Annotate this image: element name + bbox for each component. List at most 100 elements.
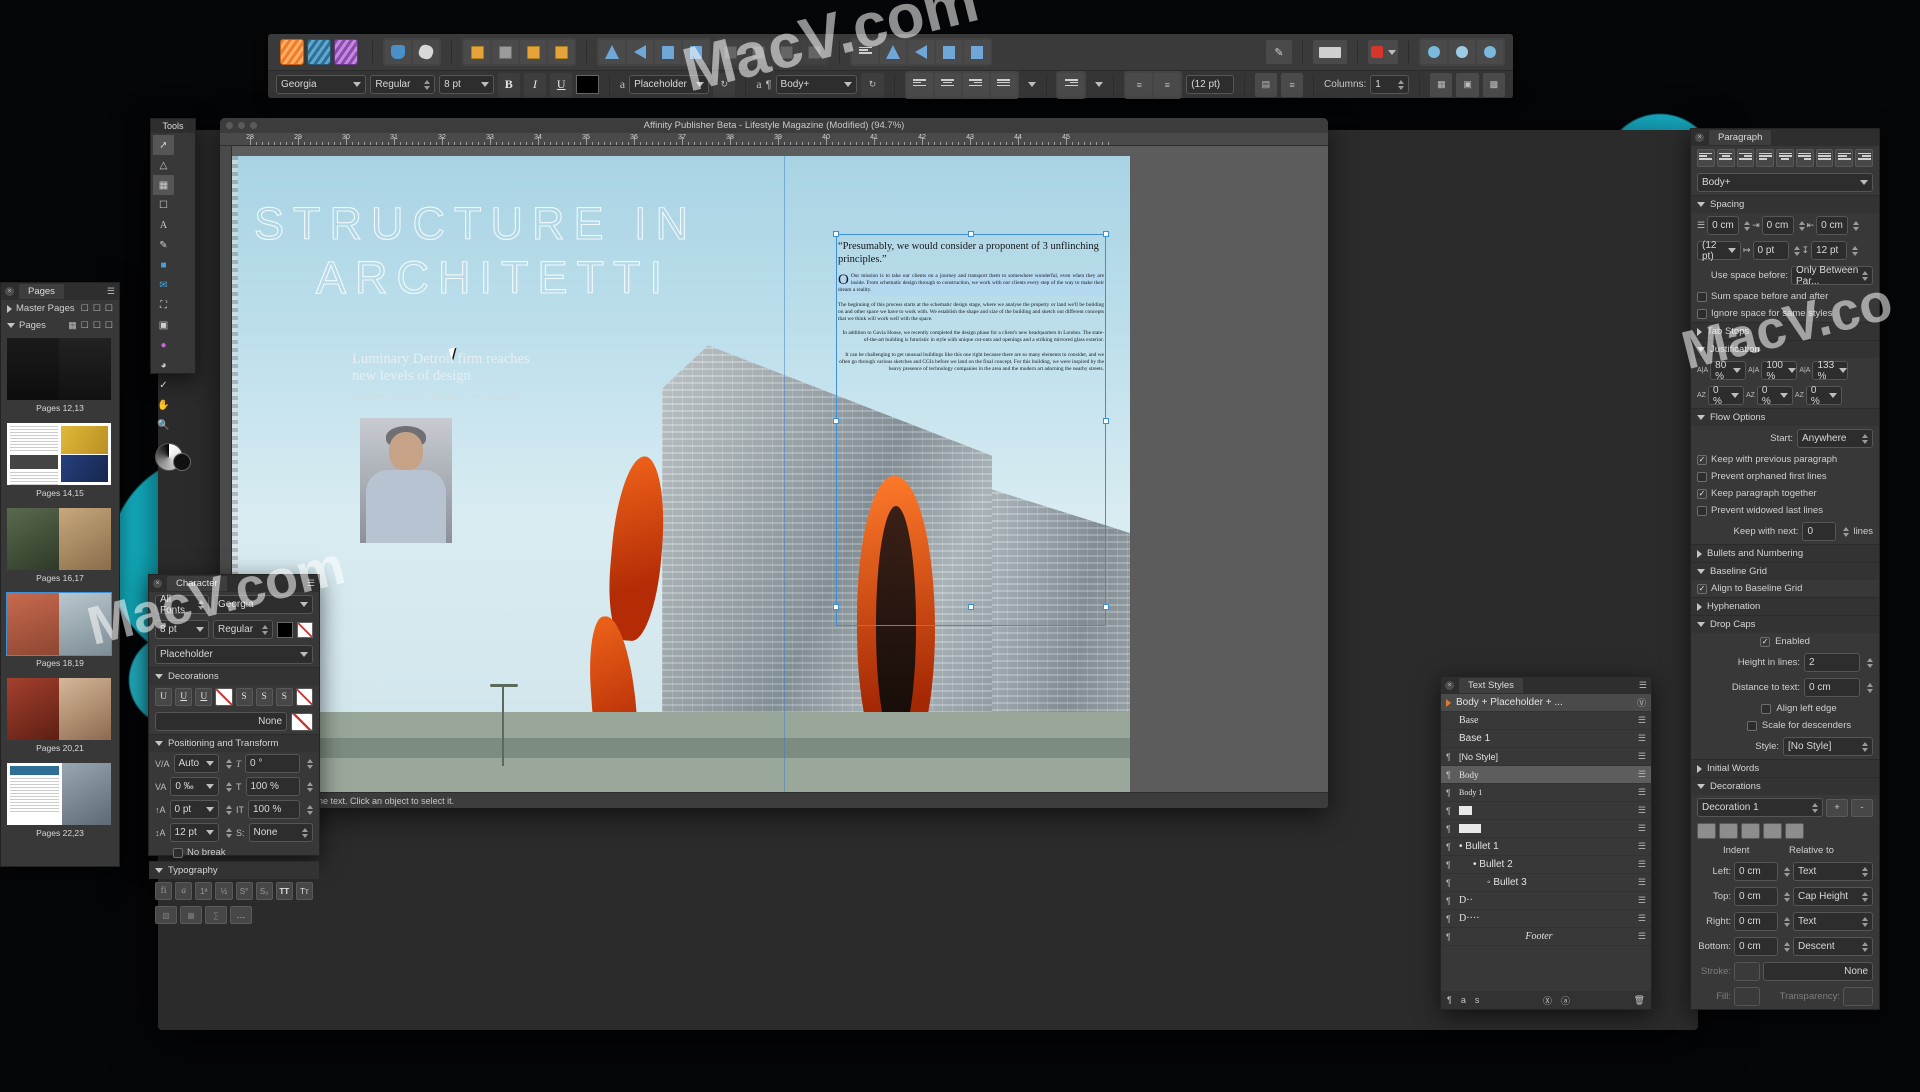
fill-tool-icon[interactable]: ●	[153, 335, 174, 355]
decoration-bottom-button[interactable]	[1741, 823, 1760, 839]
rectangle-tool-icon[interactable]: ■	[153, 255, 174, 275]
new-paragraph-style-icon[interactable]: ¶	[1447, 995, 1452, 1005]
selection-handle[interactable]	[1103, 418, 1109, 424]
duplicate-master-icon[interactable]: ☐	[93, 303, 101, 314]
text-styles-list[interactable]: Base ☰ Base 1 ☰ ¶ [No Style] ☰ ¶ Body ☰ …	[1441, 712, 1651, 946]
strikethrough-double-button[interactable]: S	[275, 688, 293, 706]
preflight-icon[interactable]	[385, 40, 411, 64]
style-menu-icon[interactable]: ☰	[1638, 751, 1646, 762]
panel-menu-icon[interactable]: ☰	[1639, 680, 1647, 691]
page-spread[interactable]: STRUCTURE IN ARCHITETTI Luminary Detroit…	[232, 156, 1130, 792]
distribute-space-icon[interactable]	[801, 40, 827, 64]
stroke-style-select[interactable]: None	[1763, 962, 1873, 981]
letter-max-input[interactable]: 0 %	[1805, 385, 1842, 407]
decoration-bottom-input[interactable]: 0 cm	[1734, 937, 1778, 956]
document-canvas[interactable]: STRUCTURE IN ARCHITETTI Luminary Detroit…	[232, 146, 1328, 792]
decorations-section-header[interactable]: Decorations	[1691, 777, 1879, 795]
style-menu-icon[interactable]: ☰	[1638, 913, 1646, 924]
paragraph-style-select[interactable]: Body+	[1697, 173, 1873, 192]
flow-options-section-header[interactable]: Flow Options	[1691, 408, 1879, 426]
text-color-swatch[interactable]	[576, 75, 599, 94]
photo-persona-icon[interactable]	[307, 39, 331, 65]
add-decoration-button[interactable]: +	[1826, 798, 1848, 817]
character-style-select[interactable]: Placeholder	[629, 75, 710, 94]
decoration-color-swatch[interactable]	[291, 712, 313, 731]
justify-center-button[interactable]	[1776, 149, 1794, 167]
start-select[interactable]: Anywhere	[1797, 429, 1873, 448]
underline-single-button[interactable]: U	[155, 688, 173, 706]
strikethrough-none-button[interactable]	[295, 688, 313, 706]
fractions-button[interactable]: ½	[215, 882, 233, 900]
word-min-input[interactable]: 80 %	[1710, 360, 1747, 382]
character-style-reset-icon[interactable]: ↻	[713, 72, 736, 97]
page-thumb-item[interactable]: Pages 20,21	[1, 674, 119, 759]
scale-descenders-checkbox[interactable]	[1746, 720, 1757, 731]
kerning-input[interactable]: Auto	[173, 754, 219, 773]
decoration-right-input[interactable]: 0 cm	[1734, 912, 1778, 931]
ligatures-button[interactable]: fi	[155, 882, 173, 900]
ordinals-button[interactable]: 1ª	[195, 882, 213, 900]
list-item[interactable]: ¶ Footer ☰	[1441, 928, 1651, 946]
ignore-space-checkbox[interactable]	[1697, 308, 1707, 319]
tab-text-styles[interactable]: Text Styles	[1459, 678, 1523, 693]
apply-paragraph-style-icon[interactable]: Ⓧ	[1543, 994, 1552, 1007]
list-item[interactable]: ¶ [No Style] ☰	[1441, 748, 1651, 766]
paragraph-style-reset-icon[interactable]: ↻	[861, 72, 884, 97]
publisher-persona-icon[interactable]	[280, 39, 304, 65]
align-baseline-checkbox[interactable]: ✓	[1697, 583, 1707, 594]
style-menu-icon[interactable]: ☰	[1638, 823, 1646, 834]
vscale-input[interactable]: 100 %	[248, 800, 300, 819]
decorations-section-header[interactable]: Decorations	[149, 667, 319, 685]
align-left-button[interactable]	[906, 72, 933, 97]
new-character-style-icon[interactable]: a	[1461, 995, 1466, 1005]
align-center-button[interactable]	[934, 72, 961, 97]
transparency-tool-icon[interactable]: ◕	[153, 355, 174, 375]
text-frame-icon[interactable]	[1313, 40, 1347, 64]
align-top-icon[interactable]	[936, 40, 962, 64]
text-wrap-icon[interactable]: ▣	[1456, 72, 1479, 97]
align-justify-button[interactable]	[990, 72, 1017, 97]
selection-handle[interactable]	[1103, 604, 1109, 610]
justify-right-button[interactable]	[1795, 149, 1814, 167]
page-thumb-item[interactable]: Pages 16,17	[1, 504, 119, 589]
current-style-row[interactable]: Body + Placeholder + ... Ⓥ	[1441, 694, 1651, 712]
decoration-bottom-relative-select[interactable]: Descent	[1793, 937, 1873, 956]
align-away-spine-button[interactable]	[1855, 149, 1874, 167]
indent-first-input[interactable]: 0 cm	[1761, 216, 1794, 235]
move-to-back-icon[interactable]	[548, 40, 574, 64]
word-opt-input[interactable]: 100 %	[1761, 360, 1798, 382]
style-menu-icon[interactable]: ☰	[1638, 715, 1646, 726]
view-mode-3-icon[interactable]	[1477, 40, 1503, 64]
baseline-grid-icon[interactable]: ≡	[1280, 72, 1304, 97]
list-item[interactable]: Base 1 ☰	[1441, 730, 1651, 748]
style-menu-icon[interactable]: ☰	[1638, 733, 1646, 744]
swash-button[interactable]: a	[175, 882, 193, 900]
leading-input[interactable]: (12 pt)	[1697, 240, 1741, 262]
ignore-space-row[interactable]: Ignore space for same styles	[1691, 305, 1879, 322]
style-menu-icon[interactable]: ☰	[1638, 877, 1646, 888]
text-frame-link-icon[interactable]: ▩	[1482, 72, 1505, 97]
underline-button[interactable]: U	[550, 72, 573, 97]
move-tool-icon[interactable]: ➚	[153, 135, 174, 155]
page-thumb-item[interactable]: Pages 12,13	[1, 334, 119, 419]
style-type-icon[interactable]: Ⓥ	[1637, 696, 1646, 709]
text-frame-options-icon[interactable]: ▤	[1254, 72, 1277, 97]
spread-icon[interactable]: ▦	[68, 320, 77, 331]
decoration-left-relative-select[interactable]: Text	[1793, 862, 1873, 881]
underline-double-button[interactable]: U	[195, 688, 213, 706]
duplicate-page-icon[interactable]: ☐	[93, 320, 101, 331]
no-break-checkbox[interactable]	[173, 847, 183, 858]
new-group-style-icon[interactable]: s	[1475, 995, 1480, 1005]
list-item[interactable]: ¶ D·· ☰	[1441, 892, 1651, 910]
color-wheel[interactable]	[151, 437, 195, 477]
justify-left-button[interactable]	[1756, 149, 1775, 167]
list-item[interactable]: ¶ ☰	[1441, 802, 1651, 820]
color-picker-icon[interactable]	[1368, 40, 1398, 64]
underline-word-button[interactable]: U	[175, 688, 193, 706]
add-master-icon[interactable]: ☐	[81, 303, 89, 314]
decoration-right-relative-select[interactable]: Text	[1793, 912, 1873, 931]
tab-paragraph[interactable]: Paragraph	[1709, 130, 1772, 145]
list-item[interactable]: ¶ Body ☰	[1441, 766, 1651, 784]
list-item[interactable]: ¶ • Bullet 1 ☰	[1441, 838, 1651, 856]
decoration-underline-button[interactable]	[1763, 823, 1782, 839]
